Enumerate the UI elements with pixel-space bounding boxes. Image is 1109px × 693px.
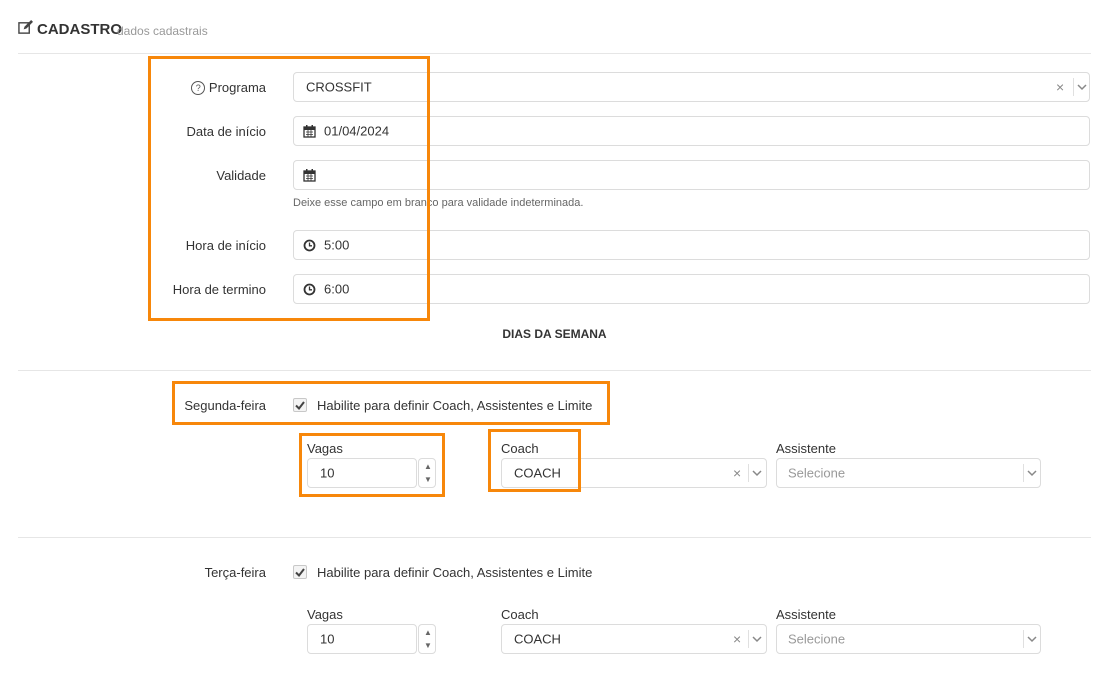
coach-select[interactable]: COACH × [501,624,767,654]
coach-value: COACH [514,631,561,647]
select-separator [1023,464,1024,482]
clear-icon[interactable]: × [1056,79,1064,95]
assistente-select[interactable]: Selecione [776,458,1041,488]
vagas-value: 10 [320,631,335,647]
clear-icon[interactable]: × [733,631,741,647]
assistente-label: Assistente [776,441,836,456]
dias-section-title: DIAS DA SEMANA [502,327,607,341]
page-title: CADASTRO [37,21,122,38]
vagas-input[interactable]: 10 [307,624,417,654]
vagas-label: Vagas [307,607,343,622]
highlight-box [299,433,445,497]
divider [18,370,1091,371]
page-subtitle: dados cadastrais [117,24,208,38]
divider [18,537,1091,538]
assistente-placeholder: Selecione [788,465,846,481]
chevron-down-icon[interactable] [752,635,762,643]
edit-icon [18,20,33,34]
assistente-select[interactable]: Selecione [776,624,1041,654]
clear-icon[interactable]: × [733,465,741,481]
checkbox-label: Habilite para definir Coach, Assistentes… [317,565,593,580]
coach-label: Coach [501,607,539,622]
highlight-box [488,429,581,492]
chevron-down-icon[interactable] [1077,83,1087,91]
select-separator [1023,630,1024,648]
check-icon [295,567,305,577]
select-separator [1073,78,1074,96]
highlight-box [172,381,610,425]
divider [18,53,1091,54]
highlight-box [148,56,430,321]
select-separator [748,464,749,482]
assistente-label: Assistente [776,607,836,622]
day-label: Terça-feira [204,565,266,580]
chevron-down-icon[interactable] [1027,469,1037,477]
chevron-down-icon[interactable] [1027,635,1037,643]
enable-checkbox[interactable] [293,565,307,579]
spin-down-icon[interactable]: ▼ [419,640,437,652]
vagas-spinner[interactable]: ▲ ▼ [418,624,436,654]
select-separator [748,630,749,648]
chevron-down-icon[interactable] [752,469,762,477]
assistente-placeholder: Selecione [788,631,846,647]
spin-up-icon[interactable]: ▲ [419,627,437,639]
